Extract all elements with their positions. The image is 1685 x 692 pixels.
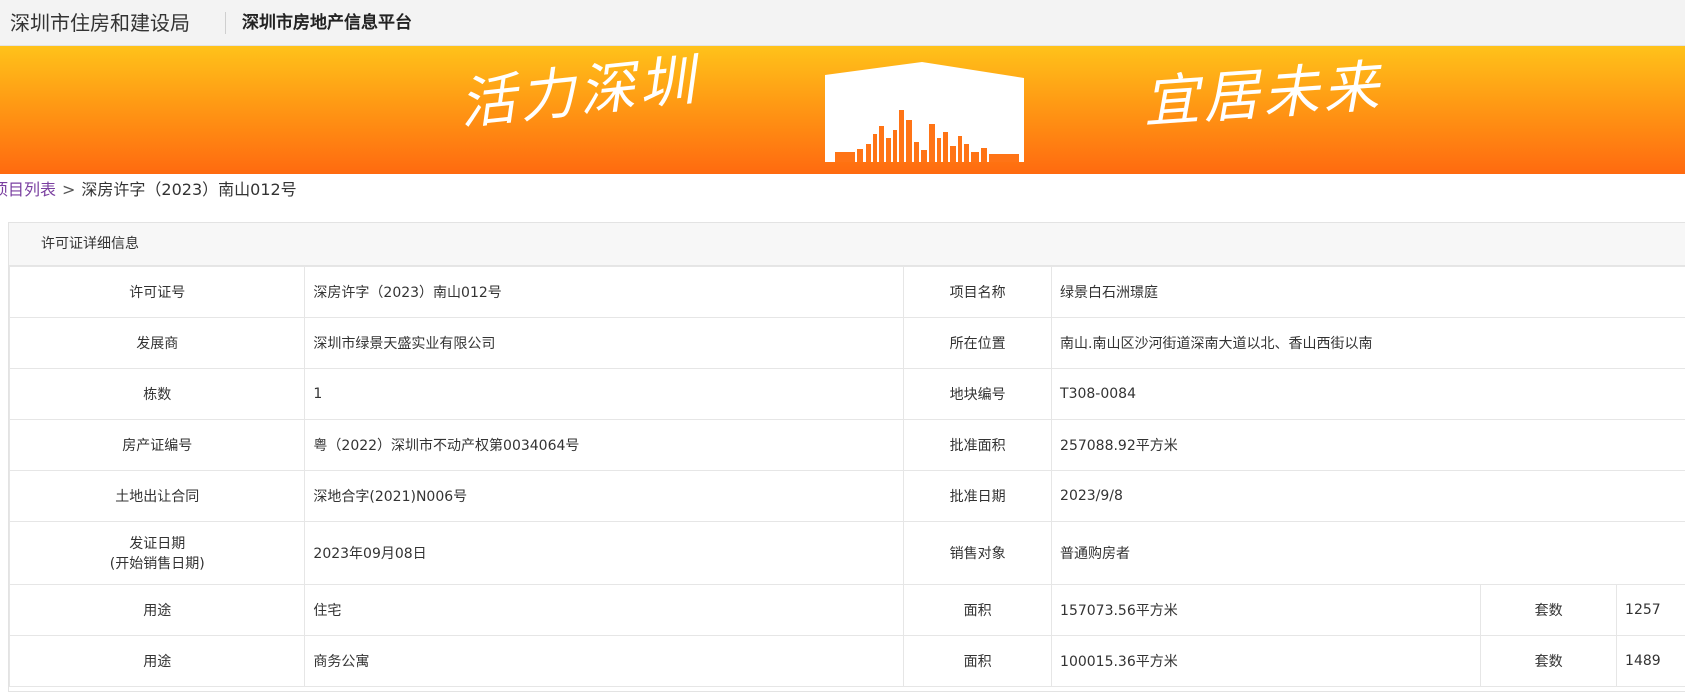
value-usage: 住宅 xyxy=(305,585,904,636)
banner-art xyxy=(0,46,1685,174)
breadcrumb-project-list-link[interactable]: 项目列表 xyxy=(0,180,56,199)
breadcrumb-separator: > xyxy=(62,180,75,199)
value-land-contract: 深地合字(2021)N006号 xyxy=(305,471,904,522)
license-detail-panel: 许可证详细信息 许可证号 深房许字（2023）南山012号 项目名称 绿景白石洲… xyxy=(8,222,1685,692)
label-issue-date-line1: 发证日期 xyxy=(10,533,304,553)
label-sales-target: 销售对象 xyxy=(904,522,1052,585)
value-issue-date: 2023年09月08日 xyxy=(305,522,904,585)
table-row: 许可证号 深房许字（2023）南山012号 项目名称 绿景白石洲璟庭 xyxy=(10,267,1685,318)
table-row: 发展商 深圳市绿景天盛实业有限公司 所在位置 南山.南山区沙河街道深南大道以北、… xyxy=(10,318,1685,369)
value-location: 南山.南山区沙河街道深南大道以北、香山西街以南 xyxy=(1052,318,1685,369)
house-shape-icon xyxy=(825,62,1024,162)
label-developer: 发展商 xyxy=(10,318,305,369)
label-issue-date: 发证日期 (开始销售日期) xyxy=(10,522,305,585)
license-detail-table: 许可证号 深房许字（2023）南山012号 项目名称 绿景白石洲璟庭 发展商 深… xyxy=(9,266,1685,687)
table-row: 用途 商务公寓 面积 100015.36平方米 套数 1489 xyxy=(10,636,1685,687)
value-usage: 商务公寓 xyxy=(305,636,904,687)
label-building-count: 栋数 xyxy=(10,369,305,420)
value-area: 157073.56平方米 xyxy=(1052,585,1481,636)
breadcrumb-current: 深房许字（2023）南山012号 xyxy=(81,180,296,199)
top-header: 深圳市住房和建设局 深圳市房地产信息平台 xyxy=(0,0,1685,46)
value-sales-target: 普通购房者 xyxy=(1052,522,1685,585)
platform-name[interactable]: 深圳市房地产信息平台 xyxy=(242,12,412,34)
label-units: 套数 xyxy=(1481,636,1617,687)
table-row: 发证日期 (开始销售日期) 2023年09月08日 销售对象 普通购房者 xyxy=(10,522,1685,585)
table-row: 用途 住宅 面积 157073.56平方米 套数 1257 xyxy=(10,585,1685,636)
label-plot-no: 地块编号 xyxy=(904,369,1052,420)
label-license-no: 许可证号 xyxy=(10,267,305,318)
value-project-name: 绿景白石洲璟庭 xyxy=(1052,267,1685,318)
value-developer: 深圳市绿景天盛实业有限公司 xyxy=(305,318,904,369)
label-location: 所在位置 xyxy=(904,318,1052,369)
value-license-no: 深房许字（2023）南山012号 xyxy=(305,267,904,318)
label-land-contract: 土地出让合同 xyxy=(10,471,305,522)
header-divider xyxy=(225,12,226,34)
label-usage: 用途 xyxy=(10,636,305,687)
banner: 活力深圳 宜居未来 xyxy=(0,46,1685,174)
table-row: 房产证编号 粤（2022）深圳市不动产权第0034064号 批准面积 25708… xyxy=(10,420,1685,471)
value-units: 1257 xyxy=(1617,585,1685,636)
label-issue-date-line2: (开始销售日期) xyxy=(10,553,304,573)
value-approval-date: 2023/9/8 xyxy=(1052,471,1685,522)
value-area: 100015.36平方米 xyxy=(1052,636,1481,687)
value-units: 1489 xyxy=(1617,636,1685,687)
table-row: 土地出让合同 深地合字(2021)N006号 批准日期 2023/9/8 xyxy=(10,471,1685,522)
org-name[interactable]: 深圳市住房和建设局 xyxy=(10,9,190,37)
label-approved-area: 批准面积 xyxy=(904,420,1052,471)
value-property-cert-no: 粤（2022）深圳市不动产权第0034064号 xyxy=(305,420,904,471)
value-building-count: 1 xyxy=(305,369,904,420)
label-area: 面积 xyxy=(904,585,1052,636)
breadcrumb: 项目列表 > 深房许字（2023）南山012号 xyxy=(0,178,297,202)
label-project-name: 项目名称 xyxy=(904,267,1052,318)
label-area: 面积 xyxy=(904,636,1052,687)
label-approval-date: 批准日期 xyxy=(904,471,1052,522)
table-row: 栋数 1 地块编号 T308-0084 xyxy=(10,369,1685,420)
value-approved-area: 257088.92平方米 xyxy=(1052,420,1685,471)
label-property-cert-no: 房产证编号 xyxy=(10,420,305,471)
value-plot-no: T308-0084 xyxy=(1052,369,1685,420)
label-usage: 用途 xyxy=(10,585,305,636)
label-units: 套数 xyxy=(1481,585,1617,636)
panel-title: 许可证详细信息 xyxy=(9,223,1685,266)
